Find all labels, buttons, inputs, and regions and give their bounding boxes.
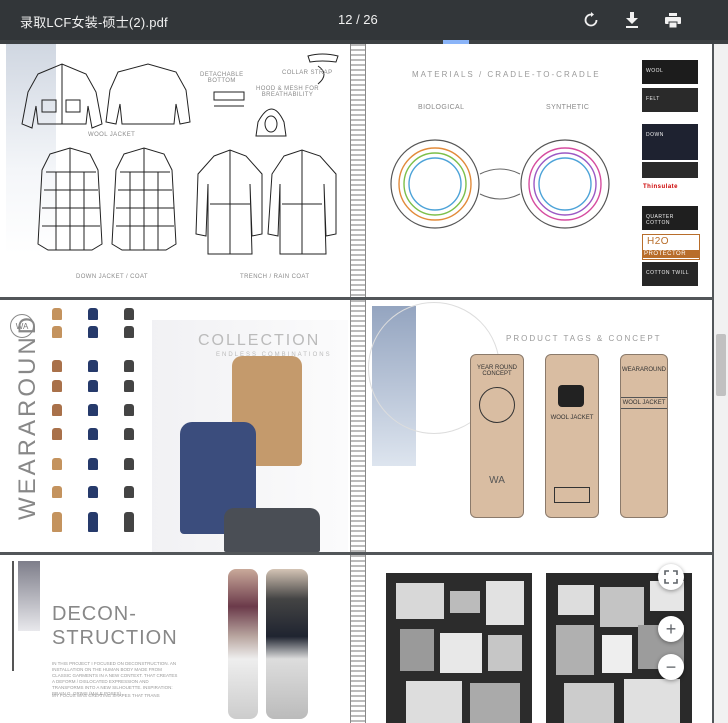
deconstruction-body-2: MY FOCUS WAS CREATING SHAPES THAT TRANS bbox=[52, 693, 160, 698]
swatch-dark bbox=[642, 162, 698, 178]
cradle-to-cradle-diagram bbox=[390, 139, 610, 229]
print-button[interactable] bbox=[662, 9, 684, 31]
swatch-h2o-protector: H2O PROTECTOR bbox=[642, 234, 700, 260]
spiral-binding bbox=[350, 555, 366, 723]
moodboard-1 bbox=[386, 573, 532, 723]
grey-jacket bbox=[224, 508, 320, 552]
synthetic-label: SYNTHETIC bbox=[546, 104, 590, 111]
materials-heading: MATERIALS / CRADLE-TO-CRADLE bbox=[412, 70, 601, 79]
rotate-button[interactable] bbox=[580, 9, 602, 31]
deconstruction-title-2: STRUCTION bbox=[52, 627, 178, 649]
product-tag-2: WOOL JACKET bbox=[545, 354, 599, 518]
fashion-illustration-1 bbox=[228, 569, 258, 719]
product-tags-heading: PRODUCT TAGS & CONCEPT bbox=[506, 334, 662, 343]
swatch-quarter-cotton: QUARTER COTTON bbox=[642, 206, 698, 230]
download-button[interactable] bbox=[621, 9, 643, 31]
swatch-cotton-twill: COTTON TWILL bbox=[642, 262, 698, 286]
pdf-page-13: DECON- STRUCTION IN THIS PROJECT I FOCUS… bbox=[0, 555, 712, 723]
zoom-out-button[interactable]: − bbox=[658, 654, 684, 680]
deconstruction-title-1: DECON- bbox=[52, 603, 137, 625]
technical-flat-drawings bbox=[21, 53, 339, 255]
document-title: 录取LCF女装-硕士(2).pdf bbox=[20, 15, 168, 30]
vertical-scrollbar[interactable] bbox=[714, 44, 728, 723]
label-down-jacket: DOWN JACKET / COAT bbox=[76, 274, 148, 280]
deconstruction-body: IN THIS PROJECT I FOCUSED ON DECONSTRUCT… bbox=[52, 661, 178, 696]
label-hood: HOOD & MESH FOR BREATHABILITY bbox=[256, 86, 320, 98]
fit-to-page-icon bbox=[664, 570, 678, 584]
product-tag-1: YEAR ROUND CONCEPT WA bbox=[470, 354, 524, 518]
pdf-viewer[interactable]: DETACHABLE BOTTOM COLLAR STRAP HOOD & ME… bbox=[0, 44, 714, 723]
print-icon bbox=[665, 12, 681, 28]
pdf-page-11: DETACHABLE BOTTOM COLLAR STRAP HOOD & ME… bbox=[0, 44, 712, 297]
scrollbar-thumb[interactable] bbox=[716, 334, 726, 396]
pdf-toolbar: 录取LCF女装-硕士(2).pdf 12 / 26 bbox=[0, 0, 728, 40]
swatch-thinsulate: Thinsulate bbox=[642, 182, 698, 196]
dark-watercolor bbox=[18, 561, 40, 631]
swatch-down: DOWN bbox=[642, 124, 698, 160]
biological-label: BIOLOGICAL bbox=[418, 104, 465, 111]
download-icon bbox=[626, 12, 638, 28]
collection-title: COLLECTION bbox=[198, 332, 321, 349]
rotate-icon bbox=[584, 12, 598, 27]
garment-grid bbox=[52, 308, 148, 544]
fashion-illustration-2 bbox=[266, 569, 308, 719]
pdf-page-12: WA WEARAROUND COLLECTION ENDLESS COMBINA… bbox=[0, 300, 712, 552]
swatch-felt: FELT bbox=[642, 88, 698, 112]
document-progress-bar bbox=[0, 40, 728, 44]
fit-to-page-button[interactable] bbox=[658, 564, 684, 590]
swatch-wool: WOOL bbox=[642, 60, 698, 84]
label-detachable-bottom: DETACHABLE BOTTOM bbox=[200, 72, 244, 84]
moodboard-2 bbox=[546, 573, 692, 723]
page-indicator[interactable]: 12 / 26 bbox=[338, 12, 378, 27]
progress-indicator bbox=[443, 40, 469, 44]
spiral-binding bbox=[350, 300, 366, 552]
spiral-binding bbox=[350, 44, 366, 297]
label-wool-jacket: WOOL JACKET bbox=[88, 132, 136, 138]
zoom-in-button[interactable]: + bbox=[658, 616, 684, 642]
label-trench: TRENCH / RAIN COAT bbox=[240, 274, 310, 280]
vertical-rule bbox=[12, 561, 14, 671]
label-collar-strap: COLLAR STRAP bbox=[282, 70, 333, 76]
brand-vertical-title: WEARAROUND bbox=[14, 313, 41, 520]
product-tag-3: WEARAROUND WOOL JACKET bbox=[620, 354, 668, 518]
